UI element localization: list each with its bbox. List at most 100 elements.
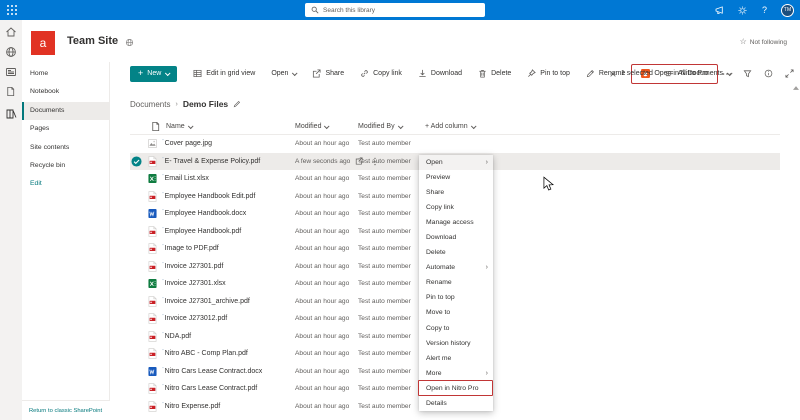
clear-selection-button[interactable]: 1 selected bbox=[609, 70, 653, 78]
file-name-link[interactable]: Invoice J27301.xlsx bbox=[162, 275, 226, 293]
sidebar-nav-item[interactable]: Home bbox=[22, 65, 109, 83]
view-selector[interactable]: All Documents bbox=[665, 69, 733, 78]
modified-cell: About an hour ago bbox=[295, 402, 350, 410]
modified-cell: About an hour ago bbox=[295, 332, 350, 340]
app-launcher-icon[interactable] bbox=[6, 4, 18, 16]
follow-button[interactable]: ☆ Not following bbox=[740, 38, 787, 46]
column-header-modified[interactable]: Modified bbox=[295, 118, 331, 135]
command-label: Open bbox=[271, 70, 289, 77]
file-name-link[interactable]: Nitro ABC - Comp Plan.pdf bbox=[162, 345, 248, 363]
sort-chevron-icon bbox=[397, 122, 404, 129]
command-bar-item[interactable]: Open bbox=[263, 66, 304, 82]
context-menu-item[interactable]: Details bbox=[419, 396, 493, 411]
file-name-link[interactable]: Invoice J273012.pdf bbox=[162, 310, 228, 328]
modified-by-cell: Test auto member bbox=[358, 175, 411, 183]
announcements-icon[interactable] bbox=[715, 5, 726, 16]
file-name-link[interactable]: NDA.pdf bbox=[162, 328, 191, 346]
command-bar-item[interactable]: Share bbox=[304, 66, 352, 82]
file-name-link[interactable]: Nitro Cars Lease Contract.docx bbox=[162, 363, 263, 381]
sidebar-nav-item[interactable]: Edit bbox=[22, 175, 109, 193]
context-menu-item[interactable]: Move to bbox=[419, 305, 493, 320]
context-menu-item[interactable]: Manage access bbox=[419, 215, 493, 230]
context-menu-label: Copy to bbox=[426, 324, 450, 332]
command-bar-item[interactable]: Copy link bbox=[352, 66, 410, 82]
file-name-link[interactable]: Employee Handbook.docx bbox=[162, 205, 247, 223]
file-name-link[interactable]: E- Travel & Expense Policy.pdf bbox=[162, 153, 261, 171]
scroll-up-icon[interactable] bbox=[793, 86, 799, 90]
library-search-input[interactable]: Search this library bbox=[305, 3, 485, 17]
context-menu-item[interactable]: Pin to top bbox=[419, 290, 493, 305]
context-menu-item[interactable]: More bbox=[419, 366, 493, 381]
file-type-icon bbox=[148, 225, 157, 237]
site-header: a Team Site ☆ Not following bbox=[22, 20, 800, 62]
sidebar-nav-item[interactable]: Documents bbox=[22, 101, 109, 121]
context-menu-item[interactable]: Open bbox=[419, 155, 493, 170]
file-name-link[interactable]: Invoice J27301_archive.pdf bbox=[162, 293, 250, 311]
add-column-button[interactable]: + Add column bbox=[425, 118, 477, 135]
fullscreen-icon[interactable] bbox=[785, 69, 794, 78]
file-name-link[interactable]: Invoice J27301.pdf bbox=[162, 258, 224, 276]
sidebar-nav-item[interactable]: Notebook bbox=[22, 83, 109, 101]
breadcrumb-root[interactable]: Documents bbox=[130, 100, 170, 109]
selected-check-icon[interactable] bbox=[131, 155, 142, 167]
sidebar-nav-label: Pages bbox=[30, 125, 50, 133]
command-bar-item[interactable]: Delete bbox=[470, 66, 519, 82]
info-icon[interactable] bbox=[764, 69, 773, 78]
context-menu-item[interactable]: Copy link bbox=[419, 200, 493, 215]
vertical-scrollbar[interactable] bbox=[792, 86, 799, 420]
context-menu-item[interactable]: Automate bbox=[419, 260, 493, 275]
context-menu-item[interactable]: Preview bbox=[419, 170, 493, 185]
column-header-name[interactable]: Name bbox=[166, 118, 194, 135]
command-icon bbox=[478, 69, 487, 79]
context-menu-item[interactable]: Copy to bbox=[419, 321, 493, 336]
command-bar-item[interactable]: Download bbox=[410, 66, 470, 82]
context-menu-item[interactable]: Version history bbox=[419, 336, 493, 351]
new-button[interactable]: + New bbox=[130, 65, 178, 82]
sidebar-nav-item[interactable]: Recycle bin bbox=[22, 157, 109, 175]
rail-news-icon[interactable] bbox=[5, 66, 17, 78]
context-menu-item[interactable]: Delete bbox=[419, 245, 493, 260]
filter-icon[interactable] bbox=[743, 69, 752, 78]
app-rail bbox=[0, 20, 22, 420]
file-name-link[interactable]: Email List.xlsx bbox=[162, 170, 209, 188]
command-bar-item[interactable]: Edit in grid view bbox=[185, 66, 263, 82]
settings-gear-icon[interactable] bbox=[737, 5, 748, 16]
column-header-modified-by[interactable]: Modified By bbox=[358, 118, 404, 135]
context-menu-item[interactable]: Alert me bbox=[419, 351, 493, 366]
doc-type-column-icon[interactable] bbox=[150, 118, 161, 135]
context-menu-item[interactable]: Rename bbox=[419, 275, 493, 290]
rail-home-icon[interactable] bbox=[5, 26, 17, 38]
file-type-icon bbox=[148, 260, 157, 272]
context-menu-label: Alert me bbox=[426, 354, 452, 362]
site-title[interactable]: Team Site bbox=[67, 35, 118, 47]
edit-breadcrumb-icon[interactable] bbox=[233, 100, 241, 108]
table-row[interactable]: Cover page.jpg About an hour ago Test au… bbox=[130, 135, 780, 153]
suite-bar-actions: ? TM bbox=[715, 0, 794, 20]
account-avatar[interactable]: TM bbox=[781, 3, 794, 17]
rail-globe-icon[interactable] bbox=[5, 46, 17, 58]
context-menu-label: Version history bbox=[426, 339, 471, 347]
context-menu-item[interactable]: Share bbox=[419, 185, 493, 200]
modified-cell: About an hour ago bbox=[295, 262, 350, 270]
file-name-link[interactable]: Nitro Cars Lease Contract.pdf bbox=[162, 380, 258, 398]
context-menu-item[interactable]: Open in Nitro Pro bbox=[418, 380, 493, 397]
file-name-link[interactable]: Employee Handbook Edit.pdf bbox=[162, 188, 256, 206]
site-logo[interactable]: a bbox=[31, 31, 55, 55]
file-name-link[interactable]: Image to PDF.pdf bbox=[162, 240, 219, 258]
sidebar-nav-item[interactable]: Site contents bbox=[22, 139, 109, 157]
file-name-link[interactable]: Employee Handbook.pdf bbox=[162, 223, 242, 241]
rail-document-icon[interactable] bbox=[5, 86, 17, 98]
return-to-classic-link[interactable]: Return to classic SharePoint bbox=[29, 408, 102, 414]
file-type-icon bbox=[148, 138, 157, 149]
sidebar-nav-item[interactable]: Pages bbox=[22, 120, 109, 138]
command-bar: + New Edit in grid view Open Share Copy … bbox=[110, 62, 800, 85]
command-bar-item[interactable]: Pin to top bbox=[519, 66, 578, 82]
chevron-down-icon bbox=[470, 122, 477, 129]
help-icon[interactable]: ? bbox=[759, 5, 770, 16]
modified-cell: About an hour ago bbox=[295, 280, 350, 288]
modified-by-cell: Test auto member bbox=[358, 297, 411, 305]
context-menu-item[interactable]: Download bbox=[419, 230, 493, 245]
rail-library-icon[interactable] bbox=[5, 108, 17, 120]
file-name-link[interactable]: Cover page.jpg bbox=[162, 135, 212, 153]
file-name-link[interactable]: Nitro Expense.pdf bbox=[162, 398, 221, 416]
